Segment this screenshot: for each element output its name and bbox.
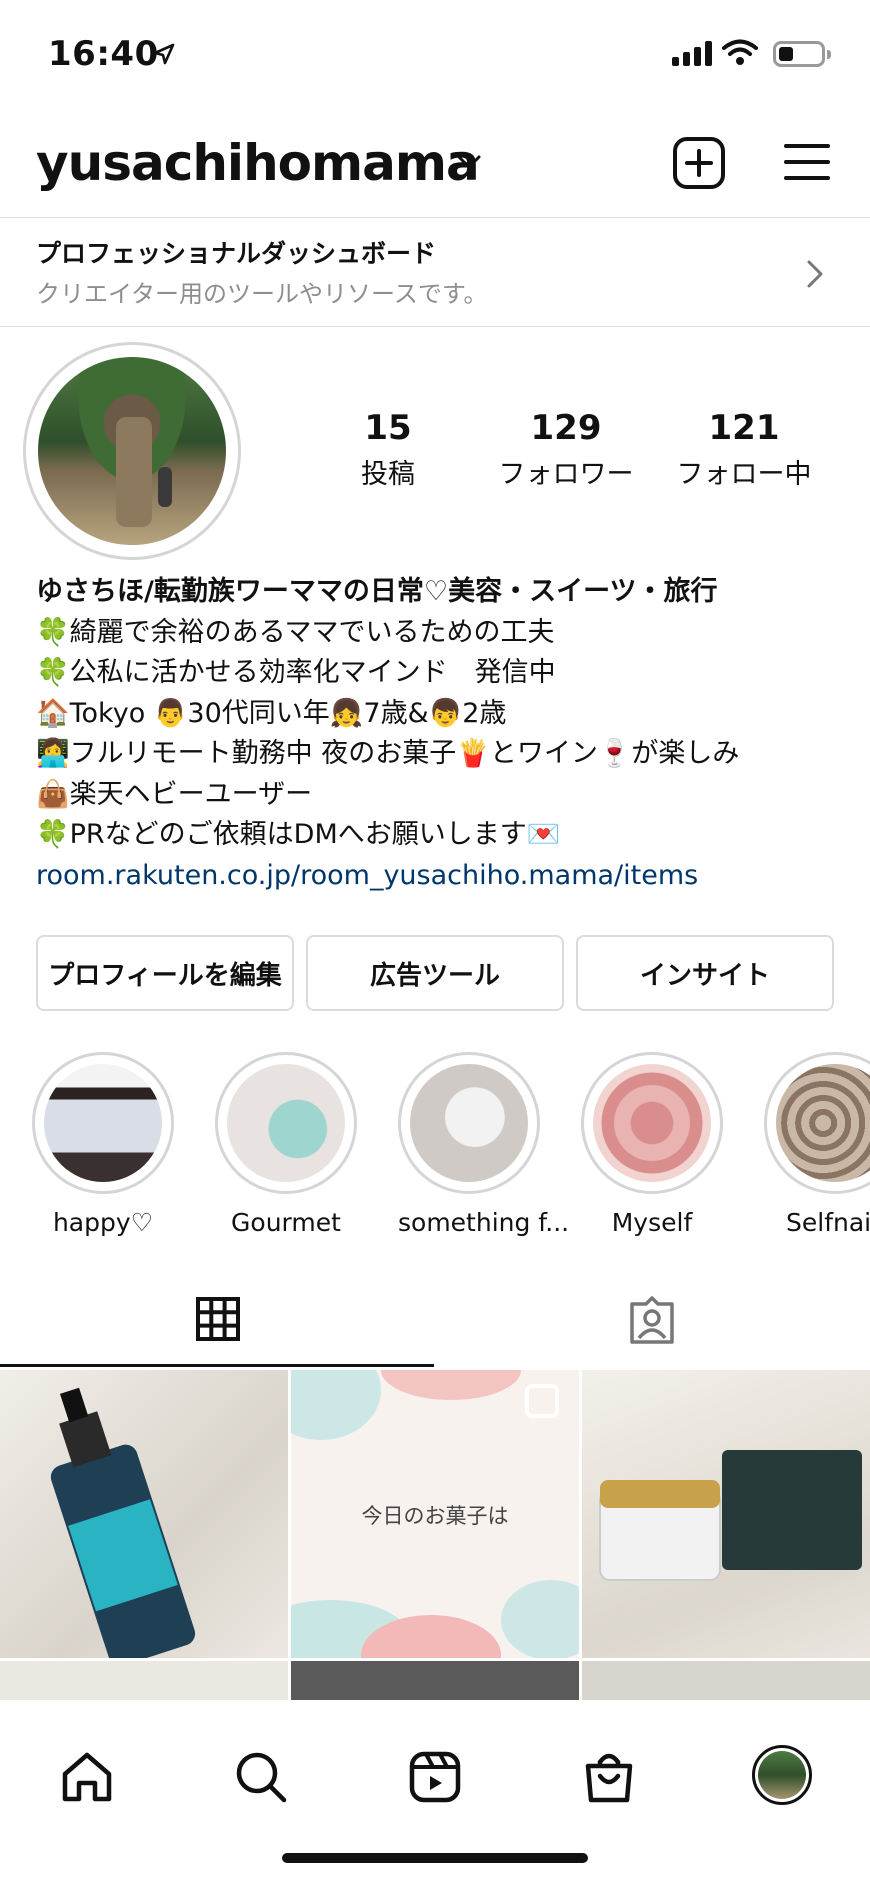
search-icon[interactable] [234,1750,288,1804]
post-thumbnail[interactable] [0,1661,288,1701]
dashboard-subtitle: クリエイター用のツールやリソースです。 [36,280,488,308]
highlight-myself[interactable]: Myself [581,1052,723,1237]
home-icon[interactable] [60,1750,114,1804]
highlight-thumbnail [776,1064,870,1182]
profile-avatar-ring[interactable] [23,342,241,560]
stat-following-count: 121 [708,408,780,448]
plus-square-icon[interactable] [672,136,726,190]
grid-icon[interactable] [195,1296,241,1342]
hamburger-menu-icon[interactable] [784,142,830,182]
stat-followers[interactable]: 129 フォロワー [488,408,644,491]
highlight-thumbnail [410,1064,528,1182]
battery-icon [773,41,831,67]
bio-line: 🏠Tokyo 👨30代同い年👧7歳&👦2歳 [36,697,507,729]
post-grid: 今日のお菓子は [0,1370,870,1701]
post-thumbnail[interactable] [0,1370,288,1658]
chevron-right-icon [807,260,823,288]
cellular-signal-icon [672,40,712,66]
highlight-label: Selfnai [786,1208,870,1237]
bio-line: 👜楽天ヘビーユーザー [36,778,313,810]
stat-following-label: フォロー中 [676,459,812,490]
stat-posts[interactable]: 15 投稿 [338,408,438,491]
stat-posts-count: 15 [364,408,412,448]
bio-line: 🍀綺麗で余裕のあるママでいるための工夫 [36,616,555,648]
dashboard-title: プロフェッショナルダッシュボード [36,239,437,268]
status-time: 16:40 [48,34,159,74]
professional-dashboard-row[interactable]: プロフェッショナルダッシュボード クリエイター用のツールやリソースです。 [0,217,870,327]
highlight-happy[interactable]: happy♡ [32,1052,174,1237]
post-caption-text: 今日のお菓子は [361,1504,509,1528]
highlight-label: Gourmet [231,1208,341,1237]
profile-tabs [0,1290,870,1368]
ad-tools-button[interactable]: 広告ツール [306,935,564,1011]
profile-bio: ゆさちほ/転勤族ワーママの日常♡美容・スイーツ・旅行 🍀綺麗で余裕のあるママでい… [36,572,856,896]
chevron-down-icon[interactable] [455,148,483,176]
bio-link[interactable]: room.rakuten.co.jp/room_yusachiho.mama/i… [36,856,856,897]
profile-tab-avatar[interactable] [752,1745,812,1805]
post-thumbnail[interactable]: 今日のお菓子は [291,1370,579,1658]
highlight-something[interactable]: something f... [398,1052,570,1237]
profile-header: yusachihomama [0,120,870,216]
profile-username[interactable]: yusachihomama [36,134,480,192]
highlight-selfnail[interactable]: Selfnai [764,1052,870,1237]
highlight-label: something f... [398,1208,570,1237]
profile-avatar [38,357,226,545]
edit-profile-button[interactable]: プロフィールを編集 [36,935,294,1011]
stat-followers-label: フォロワー [498,459,634,490]
home-indicator-bar [282,1853,588,1863]
active-tab-indicator [0,1364,434,1367]
post-thumbnail[interactable] [582,1370,870,1658]
highlight-label: happy♡ [52,1208,154,1237]
highlight-gourmet[interactable]: Gourmet [215,1052,357,1237]
post-thumbnail[interactable] [582,1661,870,1701]
bio-name: ゆさちほ/転勤族ワーママの日常♡美容・スイーツ・旅行 [36,576,718,607]
reels-icon[interactable] [408,1750,462,1804]
highlight-label: Myself [611,1208,693,1237]
insights-button[interactable]: インサイト [576,935,834,1011]
post-thumbnail[interactable] [291,1661,579,1701]
highlight-thumbnail [44,1064,162,1182]
stat-following[interactable]: 121 フォロー中 [664,408,824,491]
bio-line: 🍀公私に活かせる効率化マインド 発信中 [36,657,556,688]
stat-followers-count: 129 [530,408,602,448]
location-arrow-icon [153,43,175,65]
status-bar: 16:40 [0,0,870,110]
shop-bag-icon[interactable] [582,1750,636,1804]
bio-line: 🍀PRなどのご依頼はDMへお願いします💌 [36,819,561,850]
bio-line: 👩‍💻フルリモート勤務中 夜のお菓子🍟とワイン🍷が楽しみ [36,738,740,769]
highlight-thumbnail [593,1064,711,1182]
highlight-thumbnail [227,1064,345,1182]
tagged-person-icon[interactable] [628,1296,676,1344]
stat-posts-label: 投稿 [361,459,415,490]
wifi-icon [722,39,758,65]
